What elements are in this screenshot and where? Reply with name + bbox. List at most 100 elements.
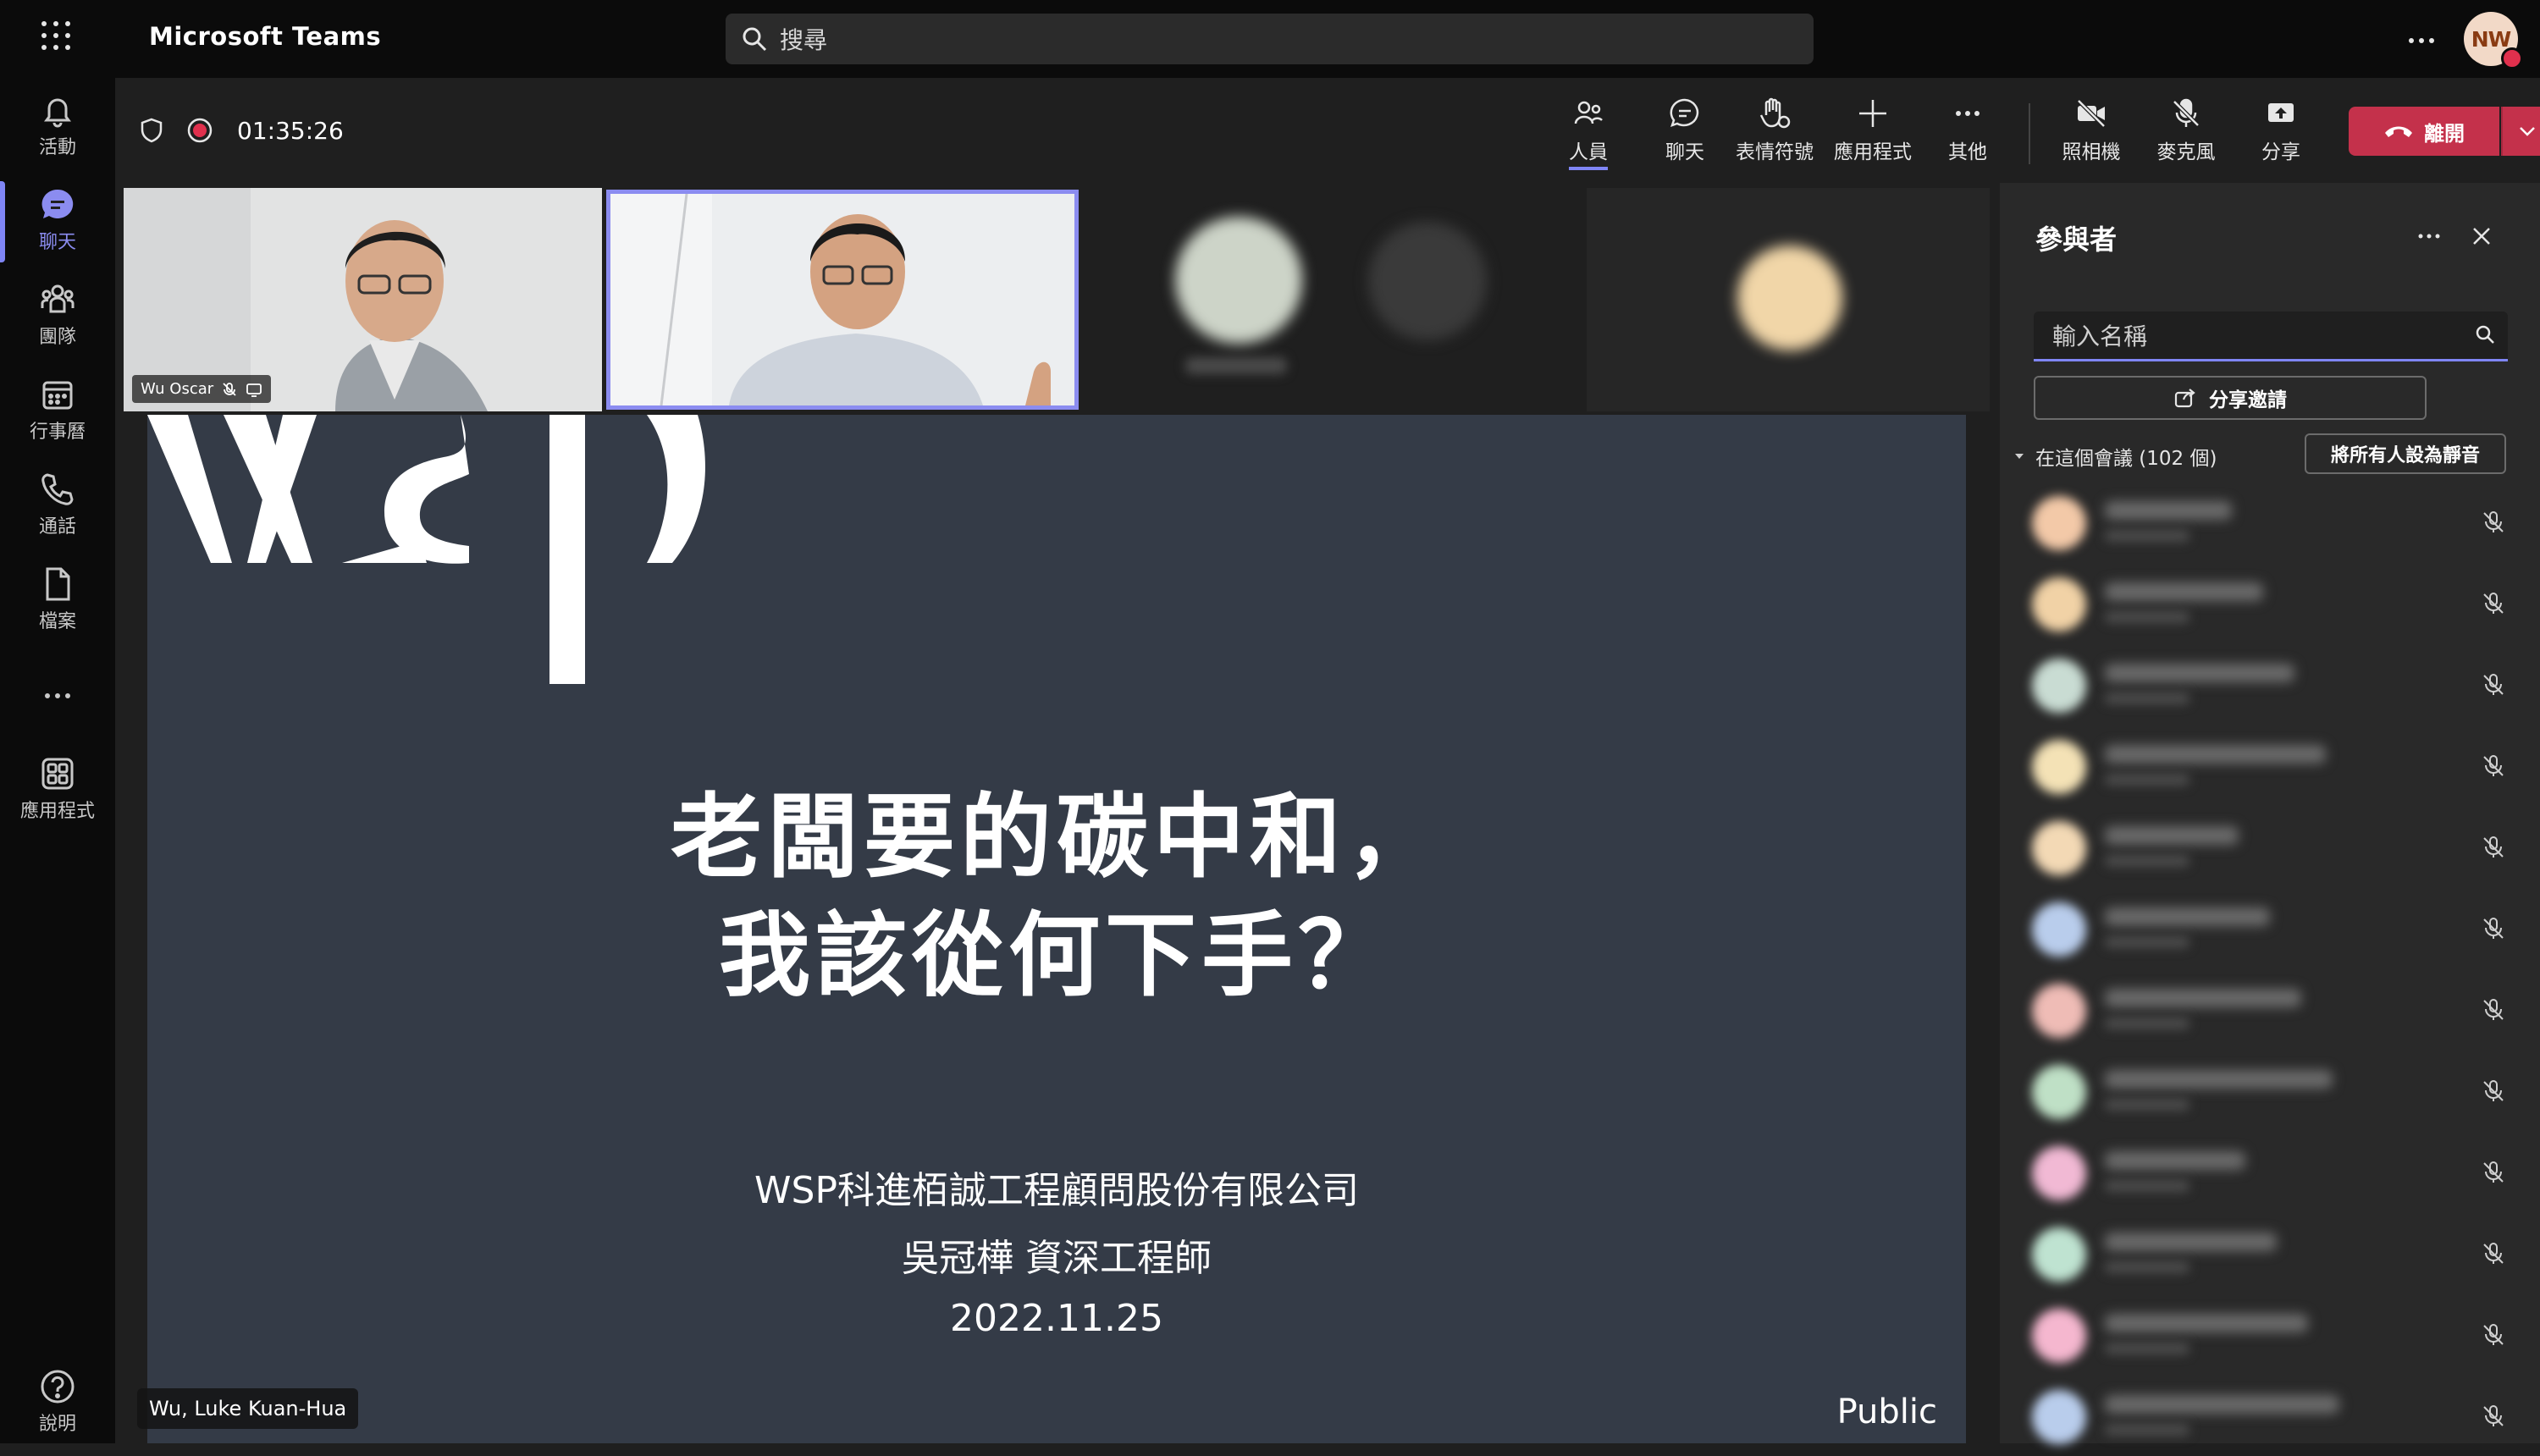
mic-off-icon[interactable] <box>2481 1078 2506 1104</box>
leave-dropdown-button[interactable] <box>2501 107 2540 156</box>
rail-item-activity[interactable]: 活動 <box>0 91 115 179</box>
share-invite-button[interactable]: 分享邀請 <box>2034 376 2427 420</box>
participant-subtitle-redacted <box>2105 692 2189 704</box>
mic-off-icon[interactable] <box>2481 1241 2506 1266</box>
participant-subtitle-redacted <box>2105 1424 2189 1436</box>
participant-row[interactable] <box>2032 972 2515 1048</box>
mic-off-icon[interactable] <box>2481 591 2506 616</box>
rail-item-files[interactable]: 檔案 <box>0 565 115 654</box>
mic-button[interactable]: 麥克風 <box>2147 97 2225 173</box>
mic-off-icon[interactable] <box>2481 510 2506 535</box>
mic-off-icon <box>223 382 236 396</box>
people-button[interactable]: 人員 <box>1549 97 1627 173</box>
participant-row[interactable] <box>2032 565 2515 642</box>
app-launcher-icon[interactable] <box>39 19 73 52</box>
rail-more-button[interactable] <box>0 677 115 720</box>
mic-off-icon[interactable] <box>2481 1404 2506 1429</box>
mic-off-icon[interactable] <box>2481 672 2506 698</box>
mic-off-icon[interactable] <box>2481 835 2506 860</box>
participant-row[interactable] <box>2032 647 2515 723</box>
camera-button[interactable]: 照相機 <box>2052 97 2130 173</box>
plus-icon <box>1859 100 1886 127</box>
participant-name-redacted <box>2105 582 2263 601</box>
participant-row[interactable] <box>2032 1216 2515 1292</box>
participant-row[interactable] <box>2032 484 2515 560</box>
shield-icon[interactable] <box>139 117 164 144</box>
participant-row[interactable] <box>2032 809 2515 885</box>
participant-avatar <box>1175 217 1302 344</box>
rail-item-calendar[interactable]: 行事曆 <box>0 376 115 464</box>
participant-row[interactable] <box>2032 728 2515 804</box>
rail-item-label: 團隊 <box>38 327 76 348</box>
apps-button[interactable]: 應用程式 <box>1825 97 1920 173</box>
mic-off-icon[interactable] <box>2481 997 2506 1023</box>
mic-off-icon <box>2173 98 2200 127</box>
mic-off-icon[interactable] <box>2481 1160 2506 1185</box>
participant-name-redacted <box>2105 745 2326 764</box>
participant-avatar <box>2032 496 2086 550</box>
rail-item-apps[interactable]: 應用程式 <box>0 755 115 843</box>
shared-presentation-slide: 老闆要的碳中和， 我該從何下手？ WSP科進栢誠工程顧問股份有限公司 吳冠樺 資… <box>147 415 1966 1443</box>
video-tile-participant[interactable]: Wu Oscar <box>124 188 602 411</box>
share-button[interactable]: 分享 <box>2242 97 2320 173</box>
more-label: 其他 <box>1948 141 1987 163</box>
mic-off-icon[interactable] <box>2481 1322 2506 1348</box>
caret-down-icon <box>2015 454 2024 459</box>
participant-avatar <box>2032 659 2086 713</box>
participant-name-redacted <box>2105 989 2301 1007</box>
rail-item-help[interactable]: 說明 <box>0 1368 115 1456</box>
participant-subtitle-redacted <box>2105 855 2189 867</box>
participant-subtitle-redacted <box>2105 1180 2189 1192</box>
participant-search-input[interactable] <box>2051 312 2460 361</box>
mute-all-button[interactable]: 將所有人設為靜音 <box>2305 433 2506 474</box>
mic-off-icon[interactable] <box>2481 916 2506 941</box>
search-icon <box>2474 323 2496 345</box>
reactions-button[interactable]: 表情符號 <box>1727 97 1822 173</box>
bell-icon <box>44 98 71 128</box>
rail-item-label: 聊天 <box>38 232 76 253</box>
participant-search[interactable] <box>2034 312 2508 361</box>
participant-row[interactable] <box>2032 1297 2515 1373</box>
share-icon <box>2174 389 2195 408</box>
video-tile-active-speaker[interactable] <box>606 190 1079 410</box>
participant-name-redacted <box>2105 1314 2308 1332</box>
chat-bubble-icon <box>1670 98 1699 127</box>
slide-title-line: 我該從何下手？ <box>718 903 1394 1009</box>
chat-icon <box>41 189 74 218</box>
participant-subtitle-redacted <box>2105 1343 2189 1354</box>
participant-name-redacted <box>2105 826 2239 845</box>
rail-item-label: 通話 <box>38 516 76 538</box>
phone-icon <box>41 473 74 505</box>
chat-label: 聊天 <box>1665 141 1704 163</box>
rail-item-teams[interactable]: 團隊 <box>0 281 115 369</box>
participant-avatar <box>2032 984 2086 1038</box>
more-button[interactable]: 其他 <box>1929 97 2007 173</box>
rail-item-calls[interactable]: 通話 <box>0 471 115 559</box>
close-icon[interactable] <box>2467 222 2496 251</box>
participant-avatar <box>2032 902 2086 957</box>
rail-item-label: 檔案 <box>38 611 76 632</box>
rail-item-chat[interactable]: 聊天 <box>0 186 115 274</box>
video-tile-participants-avatars[interactable] <box>1084 188 1583 411</box>
mic-off-icon[interactable] <box>2481 753 2506 779</box>
more-options-icon[interactable] <box>2406 25 2437 56</box>
share-screen-icon <box>2268 103 2294 122</box>
participant-name-redacted <box>2105 1151 2245 1170</box>
chat-button[interactable]: 聊天 <box>1646 97 1724 173</box>
global-search[interactable] <box>726 14 1814 66</box>
in-meeting-section-header[interactable]: 在這個會議 (102 個) <box>2013 442 2217 471</box>
panel-more-icon[interactable] <box>2415 222 2443 251</box>
help-icon <box>41 1370 75 1404</box>
participant-avatar <box>2032 1309 2086 1363</box>
search-input[interactable] <box>778 14 1797 66</box>
raise-hand-icon <box>1759 97 1791 129</box>
hang-up-icon <box>2385 126 2412 137</box>
participant-row[interactable] <box>2032 1053 2515 1129</box>
video-tile-participant-avatar[interactable] <box>1587 188 1990 411</box>
participant-avatar <box>2032 1227 2086 1282</box>
participant-row[interactable] <box>2032 891 2515 967</box>
leave-button[interactable]: 離開 <box>2349 107 2499 156</box>
participant-subtitle-redacted <box>2105 530 2189 542</box>
participant-row[interactable] <box>2032 1134 2515 1211</box>
rail-item-label: 說明 <box>38 1414 76 1435</box>
